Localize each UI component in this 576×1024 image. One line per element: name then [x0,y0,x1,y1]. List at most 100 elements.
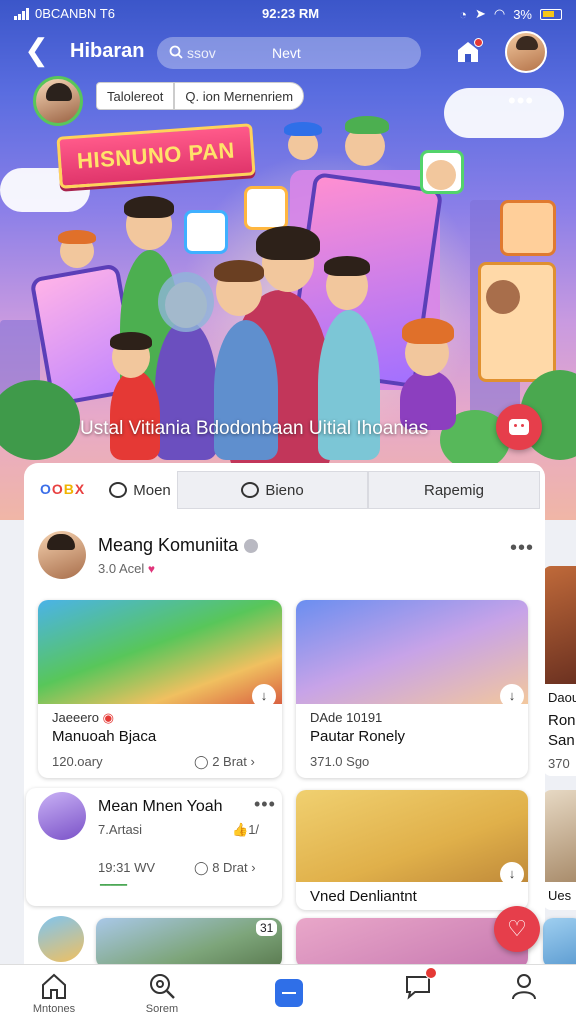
nav-search[interactable]: Sorem [122,971,202,1015]
chip-filter[interactable]: Talolereot [96,82,175,110]
tab-label: Moen [133,481,171,499]
tab-bar: O O B X Moen Bieno Rapemig [24,471,545,509]
cloud-decoration [444,88,564,138]
post-image [96,918,282,968]
character-cap [284,122,322,136]
community-name[interactable]: Meang Komuniita [98,535,259,556]
search-placeholder: ssov [187,45,216,61]
hero-section: HISNUNO PAN Ustal Vitiania Bdodonbaan Ui… [0,0,576,520]
hero-more-icon[interactable]: ••• [508,88,534,114]
peek-card[interactable]: Daou Ron San 370 [543,566,576,776]
post-card[interactable] [543,918,576,968]
post-author-avatar[interactable] [38,916,84,962]
character-hair [110,332,152,350]
chip-filter[interactable]: Q. ion Mernenriem [174,82,305,110]
peek-text: 370 [548,756,570,771]
wifi-icon: ◠ [493,6,506,21]
more-icon[interactable]: ••• [254,794,278,815]
battery-icon [540,8,562,20]
profile-icon [509,971,539,1001]
status-bar: 0BCANBN T6 92:23 RM ◔ ➤ ◠ 3% [0,0,576,28]
post-image [543,918,576,968]
post-title: Manuoah Bjaca [52,728,157,745]
brand-letter: X [74,481,85,497]
nav-label: Sorem [145,1003,179,1015]
post-tag: DAde 10191 [310,710,383,725]
nav-messages[interactable] [378,967,458,1001]
host-avatar[interactable] [33,76,83,126]
post-stat: 19:31 WV [98,860,156,875]
download-icon[interactable]: ↓ [500,862,524,886]
tab-rapemig[interactable]: Rapemig [368,471,540,509]
post-image [38,600,282,704]
create-post-button[interactable] [275,979,303,1007]
post-stat: 120.oary [52,754,103,769]
notification-badge [474,38,483,47]
tab-moen[interactable]: Moen [100,471,180,509]
battery-label: 3% [513,6,532,22]
heart-icon: ♡ [507,916,527,941]
post-card[interactable]: 31 [96,918,282,968]
user-avatar[interactable] [505,31,547,73]
post-card[interactable]: ↓ Vned Denliantnt [296,790,528,910]
app-tile-decoration [500,200,556,256]
character-kid-left [110,370,160,460]
heart-icon: ♥ [147,562,156,576]
brand-letter: O [51,481,63,497]
search-input[interactable]: ssov Nevt [157,37,421,69]
post-author-avatar[interactable] [38,792,86,840]
nav-profile[interactable] [484,971,564,1001]
post-title: Mean Mnen Yoah [98,798,223,815]
character-hijab [158,272,214,332]
post-comments[interactable]: ◯ 8 Drat › [194,860,256,876]
nav-home[interactable]: Mntones [14,971,94,1015]
signal-icon [14,7,29,20]
post-image [296,790,528,882]
character-face [426,160,456,190]
post-image [296,600,528,704]
post-stat: 371.0 Sgo [310,754,370,769]
verified-icon [244,539,259,554]
post-card[interactable]: ↓ DAde 10191 Pautar Ronely 371.0 Sgo [296,600,528,778]
community-header: Meang Komuniita 3.0 Acel ♥ ••• [38,531,538,587]
character-cap [345,116,389,134]
post-title: Pautar Ronely [310,728,406,745]
live-button[interactable] [496,404,542,450]
chat-bubble-icon [241,482,260,498]
download-icon[interactable]: ↓ [500,684,524,708]
hero-caption: Ustal Vitiania Bdodonbaan Uitial Ihoania… [80,418,429,439]
comment-icon: ◯ [194,754,209,769]
brand-letter: B [63,481,74,497]
character-hair [402,318,454,344]
tab-label: Rapemig [423,481,485,499]
brand-letter: O [40,481,51,497]
search-value: Nevt [272,45,301,61]
tree-decoration [0,380,80,460]
post-tag: Jaeeero ◉ [52,710,114,725]
tab-bieno[interactable]: Bieno [177,471,368,509]
post-badge: 31 [256,920,278,936]
back-icon[interactable]: ❮ [24,36,49,66]
character-hair [124,196,174,218]
community-meta: 3.0 Acel ♥ [98,561,156,576]
brand-logo: O O B X [40,481,84,497]
clock: 92:23 RM [262,6,320,21]
post-card[interactable]: Mean Mnen Yoah 7.Artasi 👍1/ ••• 19:31 WV… [26,788,282,906]
community-avatar[interactable] [38,531,86,579]
character-hair [256,226,320,260]
message-badge [425,967,437,979]
heart-fab-button[interactable]: ♡ [494,906,540,952]
location-icon: ➤ [474,6,486,21]
notification-button[interactable] [452,36,484,68]
search-icon [169,45,183,59]
post-comments[interactable]: ◯ 2 Brat › [194,754,255,770]
tab-label: Bieno [265,481,304,499]
alarm-icon: ◔ [459,6,467,22]
post-likes[interactable]: 👍1/ [232,822,259,838]
peek-card[interactable]: Ues [543,790,576,910]
home-icon [39,971,69,1001]
more-icon[interactable]: ••• [510,537,534,560]
download-icon[interactable]: ↓ [252,684,276,708]
post-card[interactable]: ↓ Jaeeero ◉ Manuoah Bjaca 120.oary ◯ 2 B… [38,600,282,778]
comment-icon: ◯ [194,860,209,875]
